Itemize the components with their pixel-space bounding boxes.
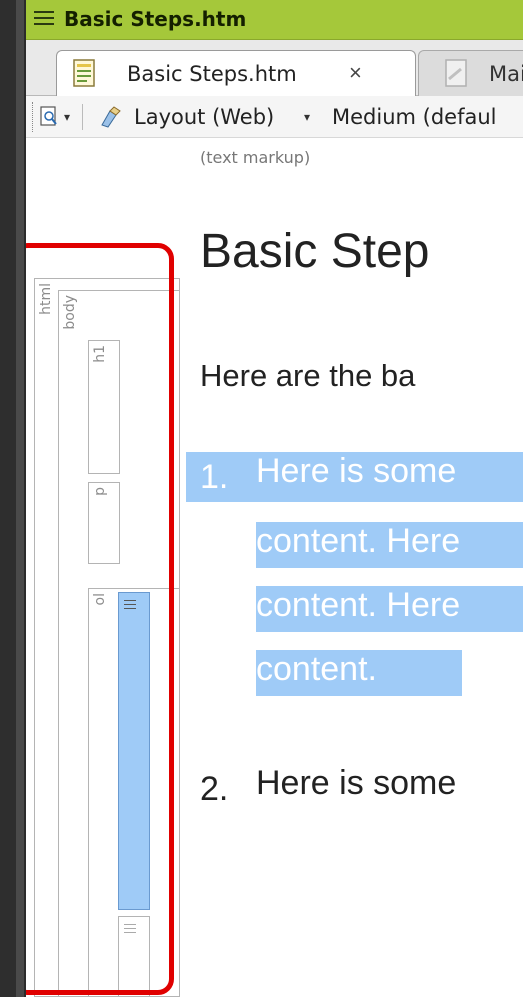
- close-tab-icon[interactable]: ×: [349, 60, 362, 86]
- hamburger-menu-icon[interactable]: [34, 11, 54, 27]
- document-heading: Basic Step: [200, 225, 430, 278]
- structure-bar: html body h1 p ol: [34, 278, 180, 997]
- title-bar: Basic Steps.htm: [26, 0, 523, 40]
- window-title: Basic Steps.htm: [64, 7, 247, 31]
- layout-dropdown-arrow[interactable]: ▾: [304, 110, 310, 124]
- tag-label: p: [92, 487, 108, 496]
- view-dropdown-arrow[interactable]: ▾: [64, 110, 70, 124]
- document-icon: [445, 59, 467, 87]
- text-markup-label: (text markup): [200, 148, 311, 167]
- list-item-number: 2.: [200, 770, 229, 808]
- tab-main[interactable]: Mair: [418, 50, 523, 96]
- editor-window: Basic Steps.htm Basic Steps.htm × Mair: [26, 0, 523, 997]
- tab-label: Mair: [489, 62, 523, 86]
- tab-basic-steps[interactable]: Basic Steps.htm ×: [56, 50, 416, 96]
- document-paragraph: Here are the ba: [200, 358, 416, 393]
- tag-label: ol: [92, 593, 108, 606]
- tag-label: h1: [92, 345, 108, 363]
- list-item-line: Here is some: [256, 764, 457, 802]
- structure-block-h1[interactable]: h1: [88, 340, 120, 474]
- toolbar-grip[interactable]: [32, 102, 34, 132]
- size-dropdown[interactable]: Medium (defaul: [332, 105, 497, 129]
- tab-strip: Basic Steps.htm × Mair: [26, 40, 523, 96]
- left-frame-bar: [16, 0, 24, 997]
- layout-dropdown[interactable]: Layout (Web): [134, 105, 274, 129]
- layout-style-icon: [101, 106, 121, 128]
- left-window-frame: [0, 0, 24, 997]
- structure-block-li[interactable]: [118, 916, 150, 997]
- list-item-number: 1.: [200, 458, 229, 496]
- list-item-line: content. Here: [256, 522, 461, 560]
- list-item-icon: [124, 923, 136, 935]
- list-item-line: content.: [256, 650, 377, 688]
- list-item-line: content. Here: [256, 586, 461, 624]
- toolbar: ▾ Layout (Web) ▾ Medium (defaul: [26, 96, 523, 138]
- document-icon: [73, 59, 95, 87]
- tag-label: body: [62, 295, 78, 330]
- toolbar-separator: [82, 104, 83, 130]
- tab-label: Basic Steps.htm: [127, 62, 297, 86]
- structure-block-li-selected[interactable]: [118, 592, 150, 910]
- list-item-line: Here is some: [256, 452, 457, 490]
- tag-label: html: [38, 283, 54, 315]
- list-item-icon: [124, 599, 136, 611]
- page-view-icon[interactable]: [40, 106, 58, 128]
- structure-block-p[interactable]: p: [88, 482, 120, 564]
